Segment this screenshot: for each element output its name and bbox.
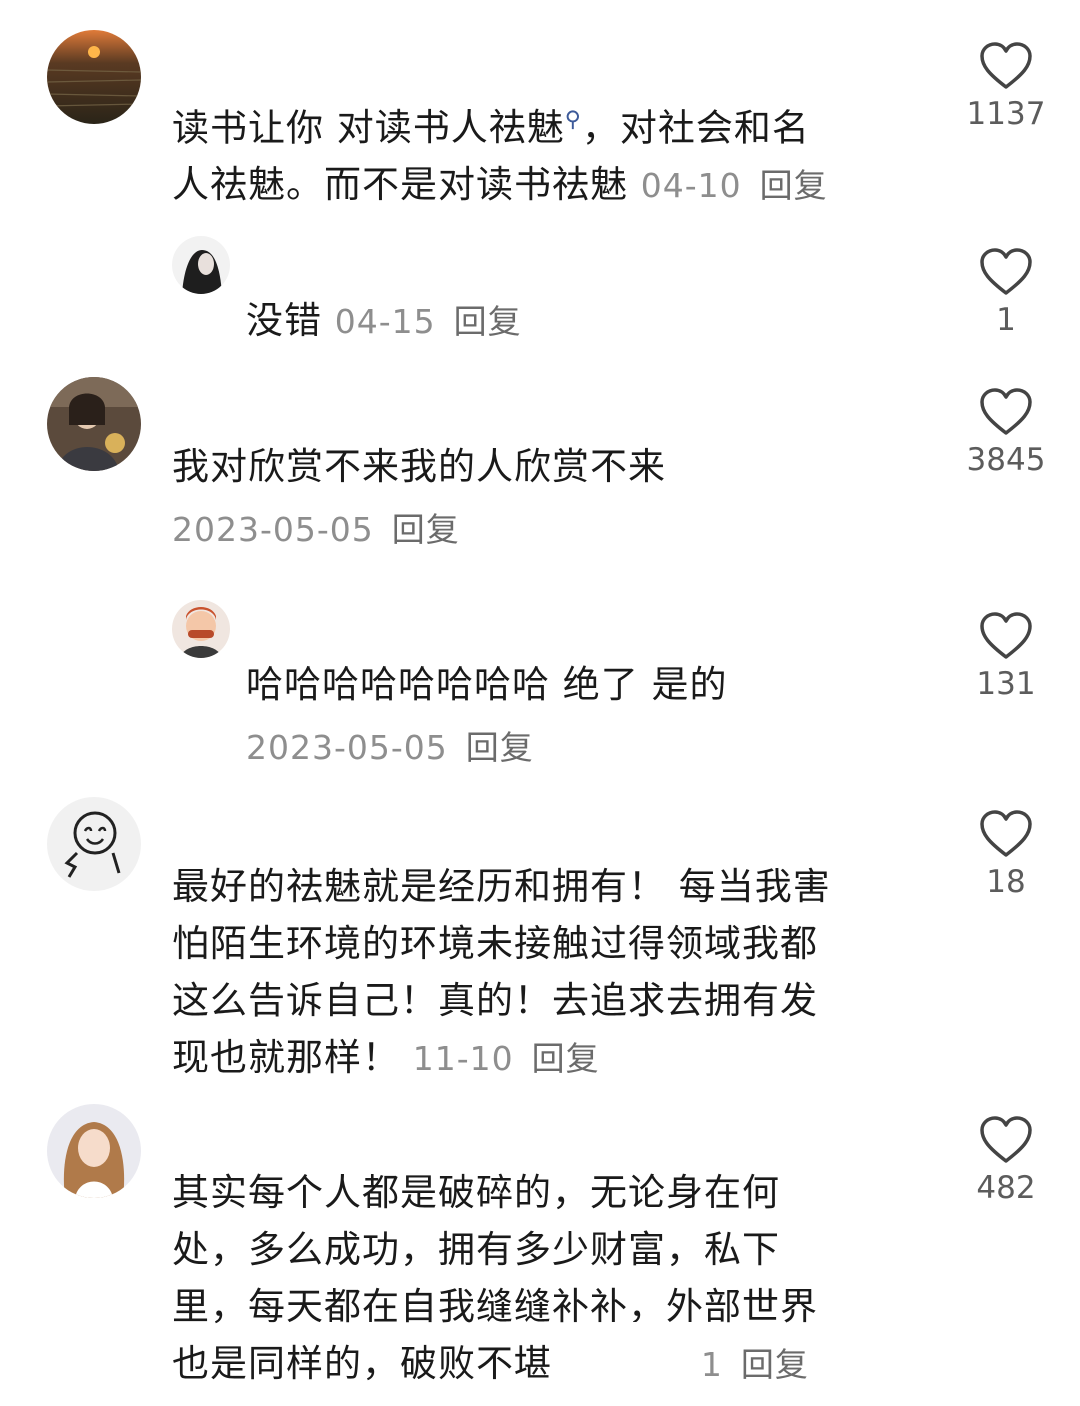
comment-date: 11-10 xyxy=(412,1039,514,1078)
comment-text: 最好的祛魅就是经历和拥有！ 每当我害 怕陌生环境的环境未接触过得领域我都 这么告… xyxy=(172,858,932,1087)
like-count: 18 xyxy=(986,864,1026,900)
like-count: 1137 xyxy=(966,96,1046,132)
comment-text-part: 我对欣赏不来我的人欣赏不来 xyxy=(172,445,666,488)
comment-text: 我对欣赏不来我的人欣赏不来 xyxy=(172,438,666,495)
avatar-doodle-image xyxy=(47,797,141,891)
like-button[interactable]: 482 xyxy=(956,1116,1056,1206)
comment-text: 其实每个人都是破碎的，无论身在何 处，多么成功，拥有多少财富，私下 里，每天都在… xyxy=(172,1164,932,1393)
comment-text: 没错 04-15 回复 xyxy=(246,292,522,350)
search-icon: ⚲ xyxy=(564,108,582,133)
avatar[interactable] xyxy=(172,236,230,294)
comment-text-line: 怕陌生环境的环境未接触过得领域我都 xyxy=(172,922,818,965)
avatar-photo-image xyxy=(47,377,141,471)
like-count: 3845 xyxy=(966,442,1046,478)
like-count: 1 xyxy=(996,302,1016,338)
reply-button[interactable]: 回复 xyxy=(392,510,460,549)
comment-text-part: 没错 xyxy=(246,299,322,342)
heart-outline-icon xyxy=(980,388,1032,435)
comment-date: 04-15 xyxy=(334,302,436,341)
avatar-cartoon-image xyxy=(172,600,230,658)
comment-text-line: 现也就那样！ xyxy=(172,1036,400,1079)
like-button[interactable]: 1 xyxy=(956,248,1056,338)
like-button[interactable]: 18 xyxy=(956,810,1056,900)
comment-text-line: 这么告诉自己！真的！去追求去拥有发 xyxy=(172,979,818,1022)
avatar[interactable] xyxy=(47,30,141,124)
like-button[interactable]: 1137 xyxy=(956,42,1056,132)
comment-text-line: 其实每个人都是破碎的，无论身在何 xyxy=(172,1171,780,1214)
comment-text-line: 里，每天都在自我缝缝补补，外部世界 xyxy=(172,1285,818,1328)
reply-button[interactable]: 回复 xyxy=(760,166,828,205)
reply-button[interactable]: 回复 xyxy=(454,302,522,341)
comment-date: 2023-05-05 xyxy=(246,728,448,767)
like-count: 482 xyxy=(976,1170,1036,1206)
comment-text-part: 读书让你 xyxy=(172,106,337,150)
comment-text: 哈哈哈哈哈哈哈哈 绝了 是的 xyxy=(246,656,728,713)
comment-text-part: ，对社会和名 xyxy=(581,106,810,150)
heart-outline-icon xyxy=(980,248,1032,295)
avatar-portrait-image xyxy=(47,1104,141,1198)
like-count: 131 xyxy=(976,666,1036,702)
comment-meta: 2023-05-05 回复 xyxy=(172,500,460,558)
comment-text-line: 最好的祛魅就是经历和拥有！ 每当我害 xyxy=(172,865,831,908)
reply-button[interactable]: 回复 xyxy=(466,728,534,767)
avatar-portrait-image xyxy=(172,236,230,294)
search-link-label: 对读书人祛魅 xyxy=(336,106,565,150)
comment-text-line: 处，多么成功，拥有多少财富，私下 xyxy=(172,1228,780,1271)
heart-outline-icon xyxy=(980,810,1032,857)
avatar[interactable] xyxy=(47,377,141,471)
comment-date: 04-10 xyxy=(640,166,742,206)
search-link[interactable]: 对读书人祛魅⚲ xyxy=(337,106,582,149)
like-button[interactable]: 131 xyxy=(956,612,1056,702)
avatar[interactable] xyxy=(172,600,230,658)
reply-button[interactable]: 回复 xyxy=(532,1039,600,1078)
comment-text-part: 哈哈哈哈哈哈哈哈 绝了 是的 xyxy=(246,663,728,706)
comment-text: 读书让你 对读书人祛魅⚲，对社会和名 人祛魅。而不是对读书祛魅 04-10 回复 xyxy=(172,92,912,214)
text-fade-overlay xyxy=(560,1322,700,1382)
avatar[interactable] xyxy=(47,797,141,891)
heart-outline-icon xyxy=(980,1116,1032,1163)
avatar[interactable] xyxy=(47,1104,141,1198)
comment-text-line: 也是同样的，破败不堪 xyxy=(172,1342,552,1385)
comment-text-part: 人祛魅。而不是对读书祛魅 xyxy=(172,163,628,207)
avatar-sunset-image xyxy=(47,30,141,124)
like-button[interactable]: 3845 xyxy=(956,388,1056,478)
comment-meta: 2023-05-05 回复 xyxy=(246,718,534,776)
heart-outline-icon xyxy=(980,612,1032,659)
reply-button[interactable]: 回复 xyxy=(741,1345,809,1384)
comment-date: 2023-05-05 xyxy=(172,510,374,549)
heart-outline-icon xyxy=(980,42,1032,89)
